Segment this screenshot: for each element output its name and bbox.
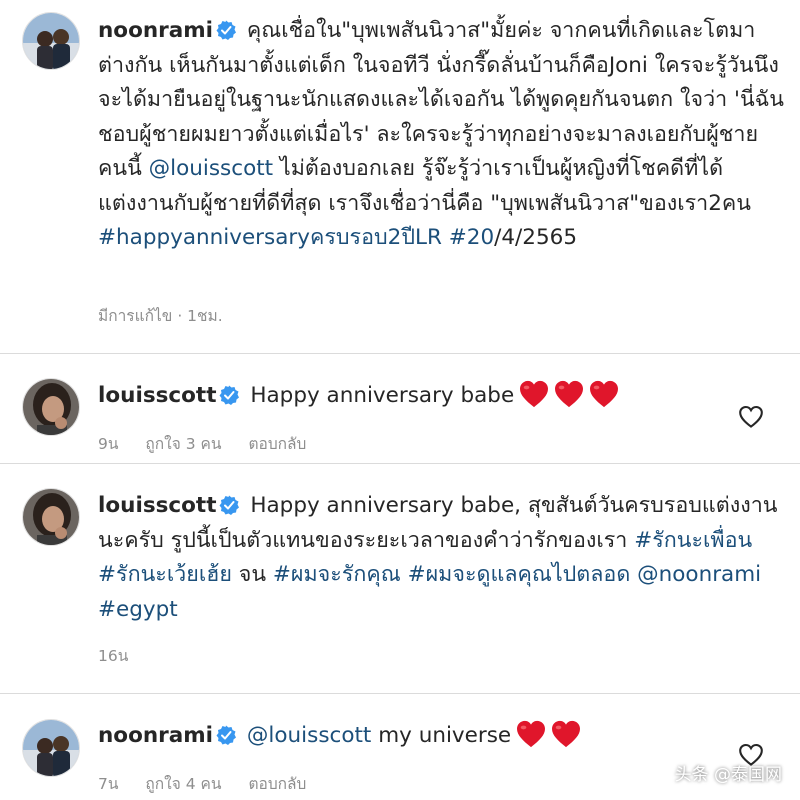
hashtag-link[interactable]: #20 [449, 225, 494, 250]
verified-icon [219, 495, 239, 515]
mention-link[interactable]: @louisscott [247, 723, 371, 748]
hashtag-link[interactable]: #รักนะเว้ยเฮ้ย [98, 562, 232, 587]
man-photo-icon [23, 489, 79, 545]
avatar[interactable] [22, 12, 80, 70]
watermark: 头条 @泰国网 [674, 765, 782, 785]
comment-body: my universe [371, 723, 512, 748]
verified-icon [216, 20, 236, 40]
couple-photo-icon [23, 720, 79, 776]
date-text: /4/2565 [494, 225, 578, 250]
red-heart-emoji-icon [589, 380, 619, 408]
post-meta: มีการแก้ไข · 1ชม. [98, 307, 223, 325]
red-heart-emoji-icon [554, 380, 584, 408]
divider [0, 693, 800, 694]
mention-link[interactable]: @noonrami [637, 562, 761, 587]
avatar[interactable] [22, 488, 80, 546]
mention-link[interactable]: @louisscott [149, 156, 273, 181]
avatar[interactable] [22, 378, 80, 436]
comment-username[interactable]: noonrami [98, 723, 213, 748]
comment-body-2: จน [231, 562, 273, 587]
comment-meta: 16น [98, 643, 150, 668]
comment-time: 9น [98, 435, 119, 453]
caption-text: noonrami คุณเชื่อใน"บุพเพสันนิวาส"มั้ยค่… [98, 14, 786, 256]
like-count[interactable]: ถูกใจ 3 คน [145, 435, 221, 453]
post-username[interactable]: noonrami [98, 18, 213, 43]
verified-icon [216, 725, 236, 745]
reply-button[interactable]: ตอบกลับ [248, 435, 306, 453]
couple-photo-icon [23, 13, 79, 69]
verified-icon [219, 385, 239, 405]
hashtag-link[interactable]: #happyanniversaryครบรอบ2ปีLR [98, 225, 442, 250]
comment-text: noonrami @louisscott my universe [98, 719, 786, 754]
comment-text: louisscott Happy anniversary babe [98, 379, 786, 414]
red-heart-emoji-icon [516, 720, 546, 748]
hashtag-link[interactable]: #รักนะเพื่อน [634, 528, 752, 553]
red-heart-emoji-icon [551, 720, 581, 748]
divider [0, 463, 800, 464]
comment-body: Happy anniversary babe [250, 383, 515, 408]
comment-username[interactable]: louisscott [98, 493, 216, 518]
hashtag-link[interactable]: #egypt [98, 597, 178, 622]
comment-time: 7น [98, 775, 119, 793]
comment-text: louisscott Happy anniversary babe, สุขสั… [98, 489, 786, 627]
comment-time: 16น [98, 647, 129, 665]
comment-meta: 9น ถูกใจ 3 คน ตอบกลับ [98, 431, 328, 456]
avatar[interactable] [22, 719, 80, 777]
divider [0, 353, 800, 354]
heart-outline-icon[interactable] [738, 405, 764, 429]
comment-username[interactable]: louisscott [98, 383, 216, 408]
red-heart-emoji-icon [519, 380, 549, 408]
hashtag-link[interactable]: #ผมจะรักคุณ [273, 562, 401, 587]
hashtag-link[interactable]: #ผมจะดูแลคุณไปตลอด [408, 562, 631, 587]
reply-button[interactable]: ตอบกลับ [248, 775, 306, 793]
man-photo-icon [23, 379, 79, 435]
comment-meta: 7น ถูกใจ 4 คน ตอบกลับ [98, 771, 328, 796]
like-count[interactable]: ถูกใจ 4 คน [145, 775, 221, 793]
